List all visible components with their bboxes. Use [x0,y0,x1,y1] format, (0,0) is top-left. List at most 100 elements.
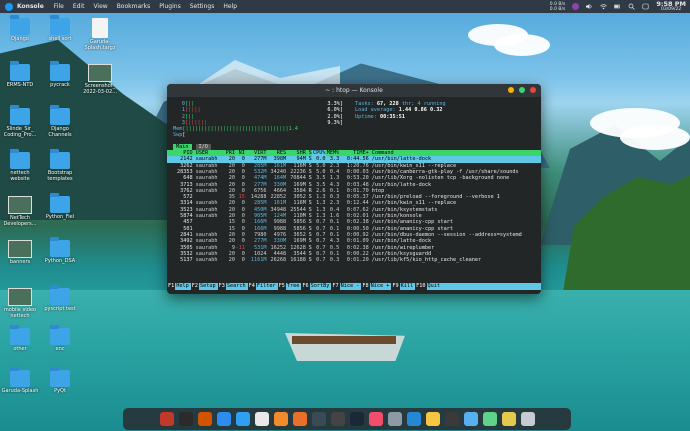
desktop-icon[interactable]: Bootstrap templates [40,149,80,182]
desktop-icon-label: enc [55,346,65,352]
cell-pri: 20 [228,257,236,264]
desktop-icon[interactable]: Screenshot_ 2022-03-02... [80,64,120,95]
desktop-icon[interactable]: PyQt [40,367,80,395]
terminal-area[interactable]: 0 [|| 3.3%] 1 [|||| 6.0%] 2 [|| 2.0%] 3 [||||||… [167,97,541,263]
fkey-tree[interactable]: F5 Tree [277,283,302,290]
boat-interior [292,336,396,344]
desktop-icon[interactable]: pycrack [40,61,80,89]
fkey-nice[interactable]: F7 Nice - [331,283,361,290]
desktop-icon-label: Django [11,36,29,42]
fkey-kill[interactable]: F9 Kill [391,283,415,290]
desktop-icon[interactable]: enc [40,325,80,353]
cursor-app-icon[interactable] [444,412,459,426]
terminal-icon[interactable] [330,412,345,426]
fkey-key: F7 [331,283,340,290]
desktop-icon-label: Screenshot_ 2022-03-02... [83,83,117,95]
menu-edit[interactable]: Edit [73,3,85,10]
fkey-label: Search [226,283,246,289]
menu-bookmarks[interactable]: Bookmarks [117,3,151,10]
desktop-icon[interactable]: pyscript test [40,285,80,313]
function-key-bar: F1 Help F2 Setup F3 Search F4 Filter F5 Tree F6 Sor… [167,283,541,290]
close-button[interactable] [530,87,536,93]
cell-res: 26268 [270,257,287,264]
desktop-icon[interactable]: shell sort [40,15,80,43]
desktop-icon-label: banners [9,259,31,265]
steam-icon[interactable] [349,412,364,426]
app-store-icon[interactable] [216,412,231,426]
desktop-icon[interactable]: Garuda- Splash.targz [80,18,120,51]
menu-view[interactable]: View [93,3,107,10]
desktop-icon-label: Django Channels [48,126,72,138]
desktop-icon-label: Bootstrap templates [47,170,73,182]
libreoffice-icon[interactable] [197,412,212,426]
fkey-quit[interactable]: F10 Quit [415,283,442,290]
settings-icon[interactable] [387,412,402,426]
clock[interactable]: 9:58 PM 03/09/22 [656,0,686,13]
menu-plugins[interactable]: Plugins [159,3,181,10]
desktop-icon-label: other [13,346,27,352]
app-tray-icon[interactable] [572,3,580,10]
menu-help[interactable]: Help [223,3,237,10]
desktop-icon[interactable]: ERMS-NTD [0,61,40,89]
desktop-icon[interactable]: mobile video nettech [0,288,40,319]
desktop-icon[interactable]: Python_DSA [40,237,80,265]
speedometer-icon[interactable] [311,412,326,426]
font-app-icon[interactable] [178,412,193,426]
fkey-filter[interactable]: F4 Filter [247,283,278,290]
desktop-icon[interactable]: Python_Fiel [40,193,80,221]
notifications-icon[interactable] [642,3,649,10]
fkey-label: SortBy [310,283,330,289]
music-icon[interactable] [368,412,383,426]
pencil-app-icon[interactable] [425,412,440,426]
volume-icon[interactable] [586,3,593,10]
brave-icon[interactable] [273,412,288,426]
fkey-help[interactable]: F1 Help [167,283,191,290]
folder-icon [50,149,70,169]
minimize-button[interactable] [508,87,514,93]
process-row[interactable]: 5137 saurabh 20 0 1161M 26268 16188 S 0.7 0.3 0:01… [167,257,541,263]
archive-icon[interactable] [501,412,516,426]
clock-date: 03/09/22 [661,6,682,12]
folder-icon [50,61,70,81]
konsole-app-icon[interactable] [5,2,13,11]
safari-icon[interactable] [235,412,250,426]
top-menubar: Konsole File Edit View Bookmarks Plugins… [0,0,690,13]
konsole-window[interactable]: ~ : htop — Konsole 0 [|| 3.3%] 1 [|||| 6.0%]… [167,84,541,294]
fkey-setup[interactable]: F2 Setup [190,283,218,290]
desktop-icon[interactable]: NetTech Developers... [0,196,40,227]
chrome-icon[interactable] [254,412,269,426]
folder-icon [50,325,70,345]
desktop-icon-label: NetTech Developers... [3,215,37,227]
cell-user: saurabh [195,257,218,264]
stacks-icon[interactable] [482,412,497,426]
fkey-search[interactable]: F3 Search [217,283,248,290]
desktop-icon[interactable]: Garuda-Splash [0,367,40,395]
desktop-icon[interactable]: nettech website [0,149,40,182]
desktop-icon[interactable]: other [0,325,40,353]
app-name[interactable]: Konsole [17,3,44,10]
firefox-icon[interactable] [292,412,307,426]
fkey-label: Nice - [340,283,360,289]
desktop-icon[interactable]: Django Channels [40,105,80,138]
wifi-icon[interactable] [600,3,608,10]
maximize-button[interactable] [519,87,525,93]
desktop-icon[interactable]: Slinde_Sir_ Coding_Pro... [0,105,40,138]
folder-icon [50,15,70,35]
code-icon[interactable] [406,412,421,426]
desktop-icon[interactable]: Django [0,15,40,43]
menu-file[interactable]: File [54,3,64,10]
desktop-icon[interactable]: banners [0,240,40,266]
desktop-icon-label: Slinde_Sir_ Coding_Pro... [3,126,37,138]
battery-icon[interactable] [614,3,621,10]
garuda-icon[interactable] [159,412,174,426]
fkey-key: F2 [190,283,199,290]
menu-settings[interactable]: Settings [190,3,215,10]
window-titlebar[interactable]: ~ : htop — Konsole [167,84,541,97]
fkey-sortby[interactable]: F6 SortBy [301,283,331,290]
files-icon[interactable] [463,412,478,426]
image-icon [8,240,32,258]
trash-icon[interactable] [520,412,535,426]
fkey-key: F5 [277,283,286,290]
fkey-nice[interactable]: F8 Nice + [361,283,391,290]
search-icon[interactable] [628,3,636,10]
